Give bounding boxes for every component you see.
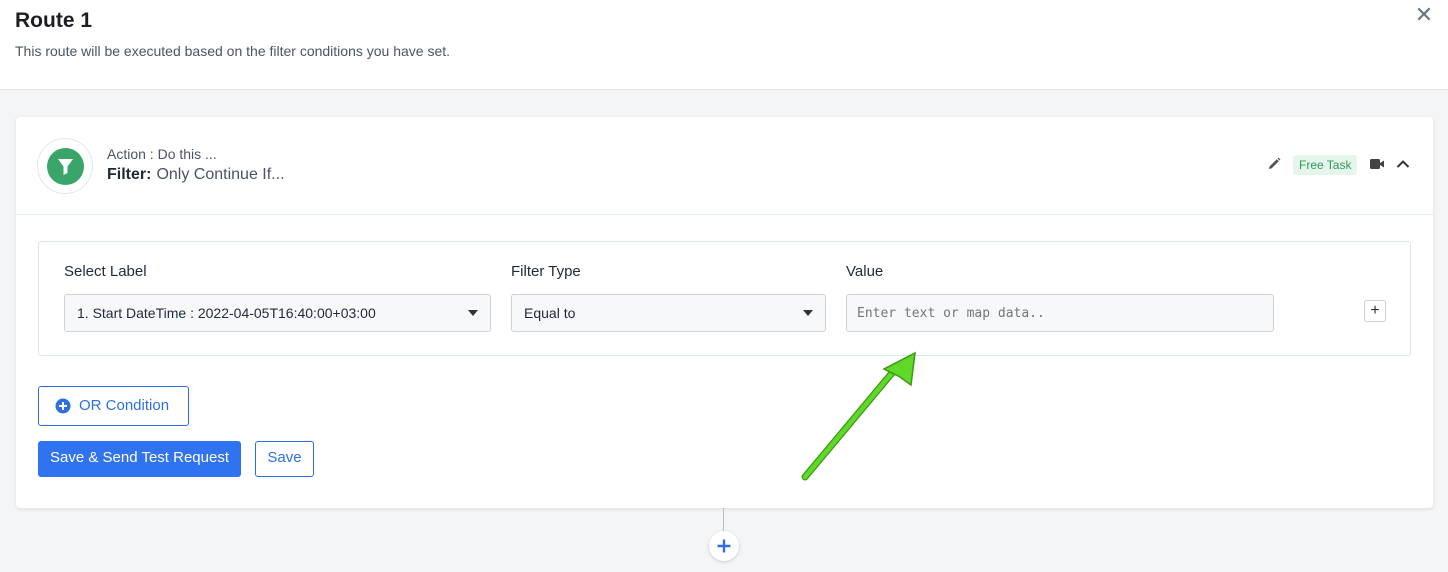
value-heading: Value [846,263,884,280]
filter-icon [47,148,84,185]
or-condition-button[interactable]: OR Condition [38,386,189,426]
page-title: Route 1 [15,9,93,32]
step-icon-container [37,138,93,194]
value-input[interactable] [846,294,1274,332]
filter-type-dropdown[interactable]: Equal to [511,294,826,332]
filter-type-value: Equal to [524,305,576,321]
select-label-value: 1. Start DateTime : 2022-04-05T16:40:00+… [77,305,376,321]
add-condition-plus-icon[interactable]: + [1364,300,1386,322]
filter-label: Filter: [107,166,152,183]
plus-icon [717,539,731,553]
select-label-dropdown[interactable]: 1. Start DateTime : 2022-04-05T16:40:00+… [64,294,491,332]
action-label: Action : Do this ... [107,146,217,162]
filter-type-heading: Filter Type [511,263,581,280]
pencil-icon[interactable] [1266,156,1282,172]
free-task-badge: Free Task [1293,155,1358,175]
plus-circle-icon [55,398,71,414]
filter-step-card: Action : Do this ... Filter: Only Continu… [16,117,1433,508]
or-condition-label: OR Condition [79,397,170,414]
flow-connector-line [723,508,724,533]
save-send-test-button[interactable]: Save & Send Test Request [38,441,241,477]
save-button[interactable]: Save [255,441,314,477]
filter-title: Filter: Only Continue If... [107,166,285,184]
route-header: Route 1 This route will be executed base… [0,0,1448,90]
close-icon[interactable]: ✕ [1412,4,1436,28]
step-header: Action : Do this ... Filter: Only Continu… [16,117,1433,215]
select-label-heading: Select Label [64,263,147,280]
page-subtitle: This route will be executed based on the… [15,43,451,59]
filter-subtitle: Only Continue If... [156,166,285,183]
add-step-button[interactable] [709,531,739,561]
caret-down-icon [803,310,813,316]
chevron-up-icon[interactable] [1395,156,1411,172]
caret-down-icon [468,310,478,316]
video-icon[interactable] [1369,157,1385,171]
condition-row: Select Label 1. Start DateTime : 2022-04… [38,241,1411,356]
